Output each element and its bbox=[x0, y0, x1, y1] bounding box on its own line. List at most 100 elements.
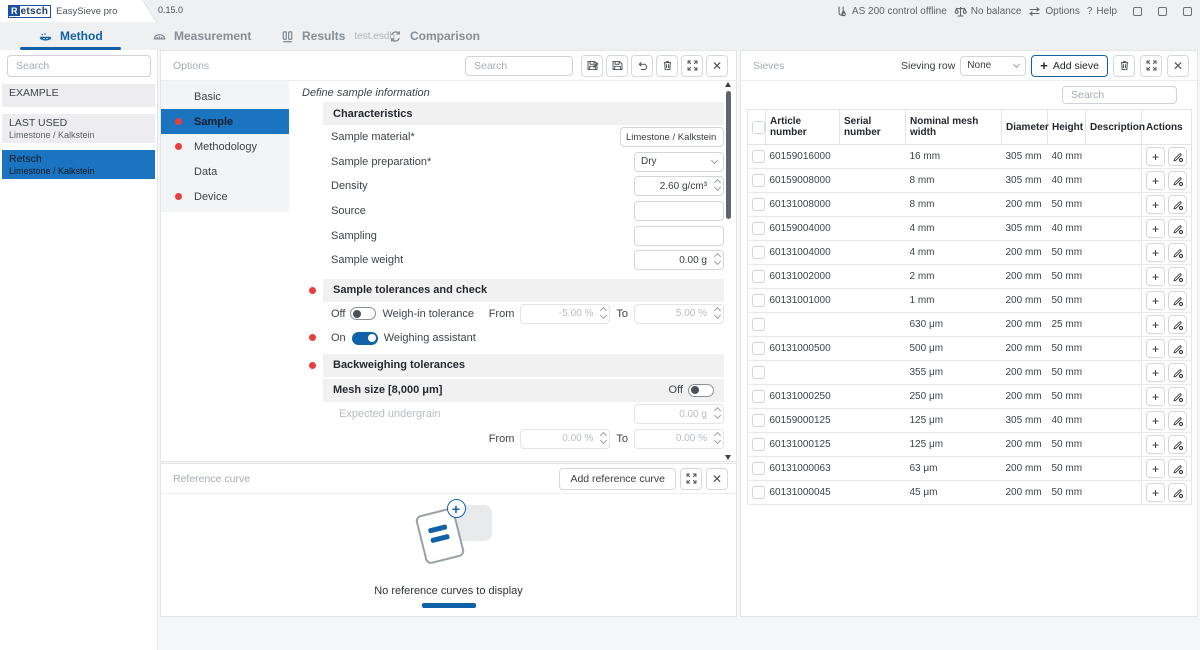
row-checkbox[interactable] bbox=[752, 342, 765, 355]
back-from-stepper[interactable] bbox=[601, 433, 606, 443]
sieving-row-select[interactable]: None bbox=[960, 56, 1026, 76]
row-checkbox[interactable] bbox=[752, 222, 765, 235]
delete-button[interactable] bbox=[656, 55, 678, 77]
add-sieve-to-stack-button[interactable]: + bbox=[1146, 219, 1165, 238]
sample-weight-input[interactable] bbox=[634, 250, 724, 270]
sieves-search-input[interactable] bbox=[1062, 86, 1177, 104]
edit-sieve-button[interactable] bbox=[1168, 387, 1187, 406]
edit-sieve-button[interactable] bbox=[1168, 171, 1187, 190]
method-list-item[interactable]: RetschLimestone / Kalkstein bbox=[2, 150, 155, 179]
undo-button[interactable] bbox=[631, 55, 653, 77]
scroll-up-arrow[interactable] bbox=[725, 82, 731, 87]
edit-sieve-button[interactable] bbox=[1168, 315, 1187, 334]
weigh-in-toggle[interactable] bbox=[350, 307, 376, 320]
add-sieve-to-stack-button[interactable]: + bbox=[1146, 435, 1165, 454]
edit-sieve-button[interactable] bbox=[1168, 195, 1187, 214]
weigh-in-from-stepper[interactable] bbox=[601, 308, 606, 318]
select-all-checkbox[interactable] bbox=[752, 121, 765, 134]
method-list-item[interactable]: EXAMPLE bbox=[2, 84, 155, 107]
close-options-button[interactable]: ✕ bbox=[706, 55, 728, 77]
weighing-assistant-toggle[interactable] bbox=[352, 332, 378, 345]
add-sieve-to-stack-button[interactable]: + bbox=[1146, 363, 1165, 382]
sieves-close-button[interactable]: ✕ bbox=[1167, 55, 1189, 77]
reference-expand-button[interactable] bbox=[680, 468, 702, 490]
sample-material-input[interactable] bbox=[620, 127, 724, 147]
add-sieve-to-stack-button[interactable]: + bbox=[1146, 291, 1165, 310]
form-scrollbar[interactable] bbox=[725, 84, 732, 458]
weigh-in-from-input[interactable] bbox=[520, 304, 610, 324]
add-sieve-to-stack-button[interactable]: + bbox=[1146, 171, 1165, 190]
options-nav-device[interactable]: Device bbox=[161, 184, 289, 209]
window-maximize-button[interactable] bbox=[1158, 7, 1167, 16]
expand-button[interactable] bbox=[681, 55, 703, 77]
add-sieve-to-stack-button[interactable]: + bbox=[1146, 411, 1165, 430]
sampling-input[interactable] bbox=[634, 226, 724, 246]
save-button[interactable] bbox=[606, 55, 628, 77]
row-checkbox[interactable] bbox=[752, 414, 765, 427]
tab-comparison[interactable]: Comparison bbox=[388, 22, 480, 50]
density-stepper[interactable] bbox=[715, 180, 720, 190]
scrollbar-thumb[interactable] bbox=[726, 91, 731, 219]
add-reference-curve-button[interactable]: Add reference curve bbox=[559, 468, 676, 490]
sieves-delete-button[interactable] bbox=[1113, 55, 1135, 77]
back-to-input[interactable] bbox=[634, 429, 724, 449]
edit-sieve-button[interactable] bbox=[1168, 435, 1187, 454]
row-checkbox[interactable] bbox=[752, 366, 765, 379]
tab-measurement[interactable]: Measurement bbox=[152, 22, 251, 50]
edit-sieve-button[interactable] bbox=[1168, 267, 1187, 286]
window-minimize-button[interactable] bbox=[1133, 7, 1142, 16]
density-input[interactable] bbox=[634, 176, 724, 196]
tab-method[interactable]: Method bbox=[38, 22, 103, 50]
row-checkbox[interactable] bbox=[752, 486, 765, 499]
sieves-expand-button[interactable] bbox=[1140, 55, 1162, 77]
edit-sieve-button[interactable] bbox=[1168, 219, 1187, 238]
row-checkbox[interactable] bbox=[752, 246, 765, 259]
row-checkbox[interactable] bbox=[752, 150, 765, 163]
edit-sieve-button[interactable] bbox=[1168, 243, 1187, 262]
add-sieve-to-stack-button[interactable]: + bbox=[1146, 483, 1165, 502]
options-nav-data[interactable]: Data bbox=[161, 159, 289, 184]
weigh-in-to-input[interactable] bbox=[634, 304, 724, 324]
add-sieve-to-stack-button[interactable]: + bbox=[1146, 267, 1165, 286]
device-status[interactable]: AS 200 control offline bbox=[835, 5, 947, 18]
expected-undergrain-input[interactable] bbox=[634, 404, 724, 424]
options-nav-basic[interactable]: Basic bbox=[161, 84, 289, 109]
row-checkbox[interactable] bbox=[752, 390, 765, 403]
weigh-in-to-stepper[interactable] bbox=[715, 308, 720, 318]
edit-sieve-button[interactable] bbox=[1168, 147, 1187, 166]
options-nav-methodology[interactable]: Methodology bbox=[161, 134, 289, 159]
scroll-down-arrow[interactable] bbox=[725, 455, 731, 460]
options-menu-button[interactable]: Options bbox=[1028, 5, 1079, 18]
help-button[interactable]: ? Help bbox=[1087, 6, 1117, 17]
add-sieve-button[interactable]: +Add sieve bbox=[1031, 55, 1108, 77]
save-as-button[interactable] bbox=[581, 55, 603, 77]
method-list-item[interactable]: LAST USEDLimestone / Kalkstein bbox=[2, 114, 155, 143]
add-sieve-to-stack-button[interactable]: + bbox=[1146, 147, 1165, 166]
edit-sieve-button[interactable] bbox=[1168, 411, 1187, 430]
add-sieve-to-stack-button[interactable]: + bbox=[1146, 243, 1165, 262]
row-checkbox[interactable] bbox=[752, 318, 765, 331]
mesh-size-toggle[interactable] bbox=[688, 384, 714, 397]
row-checkbox[interactable] bbox=[752, 438, 765, 451]
sample-preparation-select[interactable]: Dry bbox=[634, 152, 724, 172]
balance-status[interactable]: No balance bbox=[954, 5, 1022, 18]
edit-sieve-button[interactable] bbox=[1168, 363, 1187, 382]
back-from-input[interactable] bbox=[520, 429, 610, 449]
edit-sieve-button[interactable] bbox=[1168, 483, 1187, 502]
method-search-input[interactable] bbox=[7, 55, 151, 77]
add-sieve-to-stack-button[interactable]: + bbox=[1146, 387, 1165, 406]
options-search-input[interactable] bbox=[465, 56, 573, 76]
row-checkbox[interactable] bbox=[752, 270, 765, 283]
source-input[interactable] bbox=[634, 201, 724, 221]
back-to-stepper[interactable] bbox=[715, 433, 720, 443]
edit-sieve-button[interactable] bbox=[1168, 459, 1187, 478]
edit-sieve-button[interactable] bbox=[1168, 339, 1187, 358]
options-nav-sample[interactable]: Sample bbox=[161, 109, 289, 134]
add-sieve-to-stack-button[interactable]: + bbox=[1146, 195, 1165, 214]
sample-weight-stepper[interactable] bbox=[715, 254, 720, 264]
tab-results[interactable]: Results test.esdb bbox=[280, 22, 395, 50]
row-checkbox[interactable] bbox=[752, 198, 765, 211]
add-sieve-to-stack-button[interactable]: + bbox=[1146, 315, 1165, 334]
row-checkbox[interactable] bbox=[752, 174, 765, 187]
add-sieve-to-stack-button[interactable]: + bbox=[1146, 339, 1165, 358]
